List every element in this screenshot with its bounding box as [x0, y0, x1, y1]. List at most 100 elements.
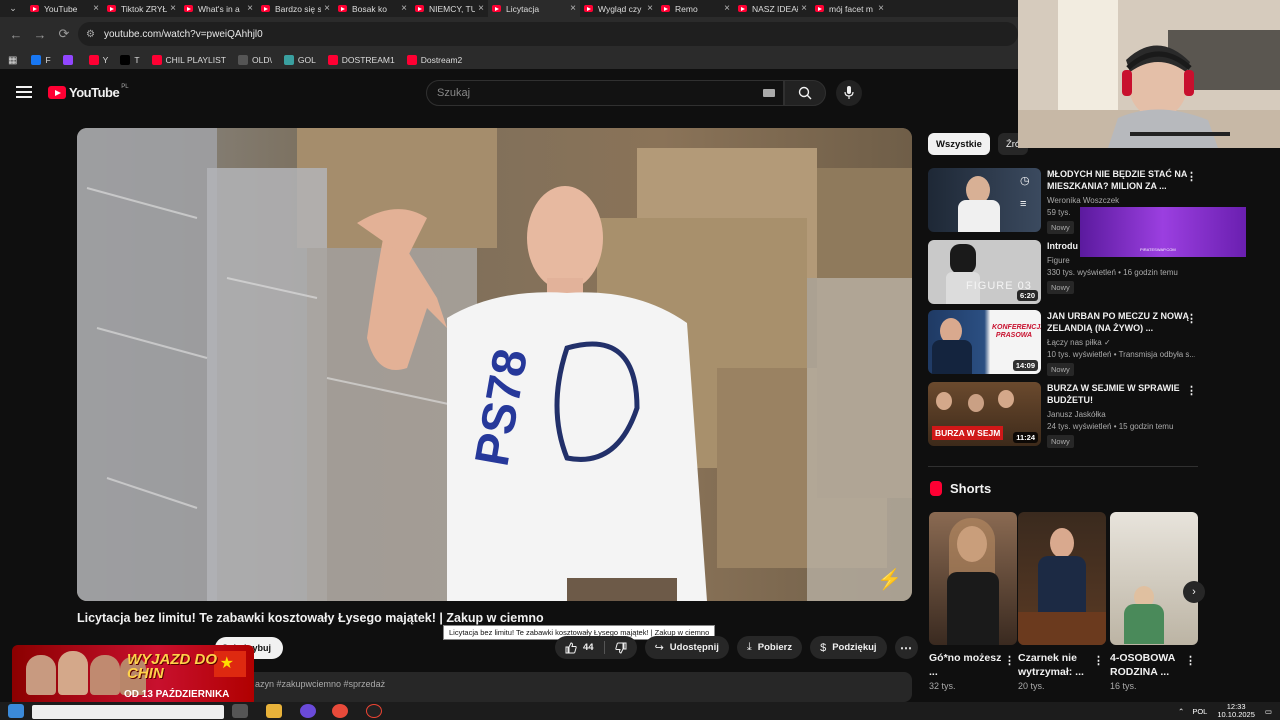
short-thumbnail[interactable] [929, 512, 1017, 645]
menu-icon[interactable] [16, 86, 32, 98]
voice-search-button[interactable] [836, 80, 862, 106]
close-tab-icon[interactable]: × [401, 3, 407, 14]
short-thumbnail[interactable] [1018, 512, 1106, 645]
search-input[interactable] [437, 87, 757, 99]
close-tab-icon[interactable]: × [724, 3, 730, 14]
short-item[interactable]: Gó*no możesz ... 32 tys. ⋮ [929, 512, 1017, 691]
address-bar[interactable]: ⚙ youtube.com/watch?v=pweiQAhhjl0 [78, 22, 1018, 46]
close-tab-icon[interactable]: × [324, 3, 330, 14]
back-icon[interactable]: ← [4, 27, 28, 42]
short-item[interactable]: Czarnek nie wytrzymał: ... 20 tys. ⋮ [1018, 512, 1106, 691]
thanks-button[interactable]: $ Podziękuj [810, 636, 887, 659]
bookmark-icon [327, 55, 338, 65]
browser-tab[interactable]: Remo × [657, 0, 734, 17]
close-tab-icon[interactable]: × [170, 3, 176, 14]
obs-icon[interactable] [366, 704, 382, 718]
more-options-icon[interactable]: ⋮ [1186, 384, 1197, 397]
reco-channel[interactable]: Janusz Jaskółka [1047, 410, 1195, 419]
more-options-icon[interactable]: ⋮ [1185, 654, 1196, 667]
browser-tab[interactable]: NIEMCY, TU × [411, 0, 488, 17]
share-button[interactable]: ↪ Udostępnij [644, 636, 729, 659]
browser-tab[interactable]: What's in a × [180, 0, 257, 17]
recommendation-item[interactable]: BURZA W SEJM 11:24 BURZA W SEJMIE W SPRA… [928, 382, 1203, 448]
reco-channel[interactable]: Łączy nas piłka ✓ [1047, 338, 1195, 347]
keyboard-icon[interactable] [763, 89, 775, 97]
tab-title: Bosak ko [352, 3, 387, 14]
short-title[interactable]: 4-OSOBOWA RODZINA ... [1110, 651, 1188, 679]
close-tab-icon[interactable]: × [93, 3, 99, 14]
file-explorer-icon[interactable] [266, 704, 282, 718]
reco-channel[interactable]: Figure [1047, 256, 1195, 265]
bookmark-item[interactable]: DOSTREAM1 [327, 55, 395, 65]
taskbar-search[interactable] [32, 705, 224, 719]
bookmark-item[interactable]: F [31, 55, 51, 65]
browser-tab[interactable]: Bardzo się s × [257, 0, 334, 17]
bookmark-item[interactable]: Y [88, 55, 108, 65]
search-button[interactable] [784, 80, 826, 106]
site-info-icon[interactable]: ⚙ [86, 29, 98, 40]
chip-all[interactable]: Wszystkie [928, 133, 990, 155]
like-button[interactable]: 44 [555, 636, 604, 659]
tab-title: What's in a [198, 3, 240, 14]
share-icon: ↪ [654, 642, 664, 654]
video-thumbnail[interactable]: KONFERENCJA PRASOWA 14:09 [928, 310, 1041, 374]
bookmark-item[interactable] [62, 55, 77, 65]
youtube-logo[interactable]: YouTube PL [48, 84, 129, 100]
reco-title[interactable]: BURZA W SEJMIE W SPRAWIE BUDŻETU! [1047, 382, 1195, 406]
download-button[interactable]: ⤓ Pobierz [736, 636, 803, 659]
short-thumbnail[interactable] [1110, 512, 1198, 645]
short-title[interactable]: Czarnek nie wytrzymał: ... [1018, 651, 1096, 679]
language-indicator[interactable]: POL [1192, 707, 1207, 716]
video-thumbnail[interactable]: BURZA W SEJM 11:24 [928, 382, 1041, 446]
video-thumbnail[interactable]: FIGURE 03 6:20 [928, 240, 1041, 304]
short-item[interactable]: 4-OSOBOWA RODZINA ... 16 tys. ⋮ [1110, 512, 1198, 691]
start-icon[interactable] [8, 704, 24, 718]
bookmark-item[interactable]: CHIL PLAYLIST [151, 55, 226, 65]
recommendation-item[interactable]: KONFERENCJA PRASOWA 14:09 JAN URBAN PO M… [928, 310, 1203, 376]
close-tab-icon[interactable]: × [247, 3, 253, 14]
reco-channel[interactable]: Weronika Woszczek [1047, 196, 1195, 205]
video-actions: 44 ↪ Udostępnij ⤓ Pobierz $ Podziękuj ⋯ [555, 636, 918, 659]
bookmark-item[interactable]: GOL [283, 55, 316, 65]
more-options-icon[interactable]: ⋮ [1093, 654, 1104, 667]
close-tab-icon[interactable]: × [801, 3, 807, 14]
bookmark-item[interactable]: OLD\ [238, 55, 272, 65]
browser-tab[interactable]: YouTube × [26, 0, 103, 17]
dislike-button[interactable] [605, 636, 637, 659]
add-to-queue-icon[interactable]: ≡ [1020, 198, 1026, 210]
more-actions-button[interactable]: ⋯ [894, 636, 918, 659]
shorts-next-button[interactable]: › [1183, 581, 1205, 603]
apps-icon[interactable]: ▦ [8, 55, 17, 66]
close-tab-icon[interactable]: × [570, 3, 576, 14]
bookmark-item[interactable]: Dostream2 [406, 55, 462, 65]
reload-icon[interactable]: ⟳ [52, 26, 76, 42]
more-options-icon[interactable]: ⋮ [1004, 654, 1015, 667]
task-view-icon[interactable] [232, 704, 248, 718]
video-thumbnail[interactable]: ◷ ≡ [928, 168, 1041, 232]
close-tab-icon[interactable]: × [878, 3, 884, 14]
browser-tab[interactable]: Licytacja × [488, 0, 580, 17]
chrome-icon[interactable] [332, 704, 348, 718]
short-title[interactable]: Gó*no możesz ... [929, 651, 1007, 679]
close-tab-icon[interactable]: × [647, 3, 653, 14]
browser-tab[interactable]: Bosak ko × [334, 0, 411, 17]
tray-chevron-icon[interactable]: ⌃ [1178, 707, 1184, 716]
watch-later-icon[interactable]: ◷ [1020, 174, 1030, 187]
more-options-icon[interactable]: ⋮ [1186, 170, 1197, 183]
browser-tab[interactable]: mój facet m × [811, 0, 888, 17]
video-player[interactable]: PS78 ⚡ [77, 128, 912, 601]
reco-title[interactable]: MŁODYCH NIE BĘDZIE STAĆ NA MIESZKANIA? M… [1047, 168, 1195, 192]
forward-icon[interactable]: → [28, 27, 52, 42]
reco-title[interactable]: JAN URBAN PO MECZU Z NOWĄ ZELANDIĄ (NA Ż… [1047, 310, 1195, 334]
notification-icon[interactable]: ▭ [1265, 707, 1272, 716]
close-tab-icon[interactable]: × [478, 3, 484, 14]
bookmark-item[interactable]: T [120, 55, 140, 65]
tab-search-icon[interactable]: ⌄ [0, 0, 26, 17]
more-options-icon[interactable]: ⋮ [1186, 312, 1197, 325]
browser-tab[interactable]: Tiktok ZRYŁ × [103, 0, 180, 17]
discord-icon[interactable] [300, 704, 316, 718]
browser-tab[interactable]: NASZ IDEAŁ × [734, 0, 811, 17]
browser-tab[interactable]: Wygląd czy × [580, 0, 657, 17]
clock[interactable]: 12:33 10.10.2025 [1217, 703, 1255, 719]
youtube-favicon-icon [661, 5, 670, 12]
